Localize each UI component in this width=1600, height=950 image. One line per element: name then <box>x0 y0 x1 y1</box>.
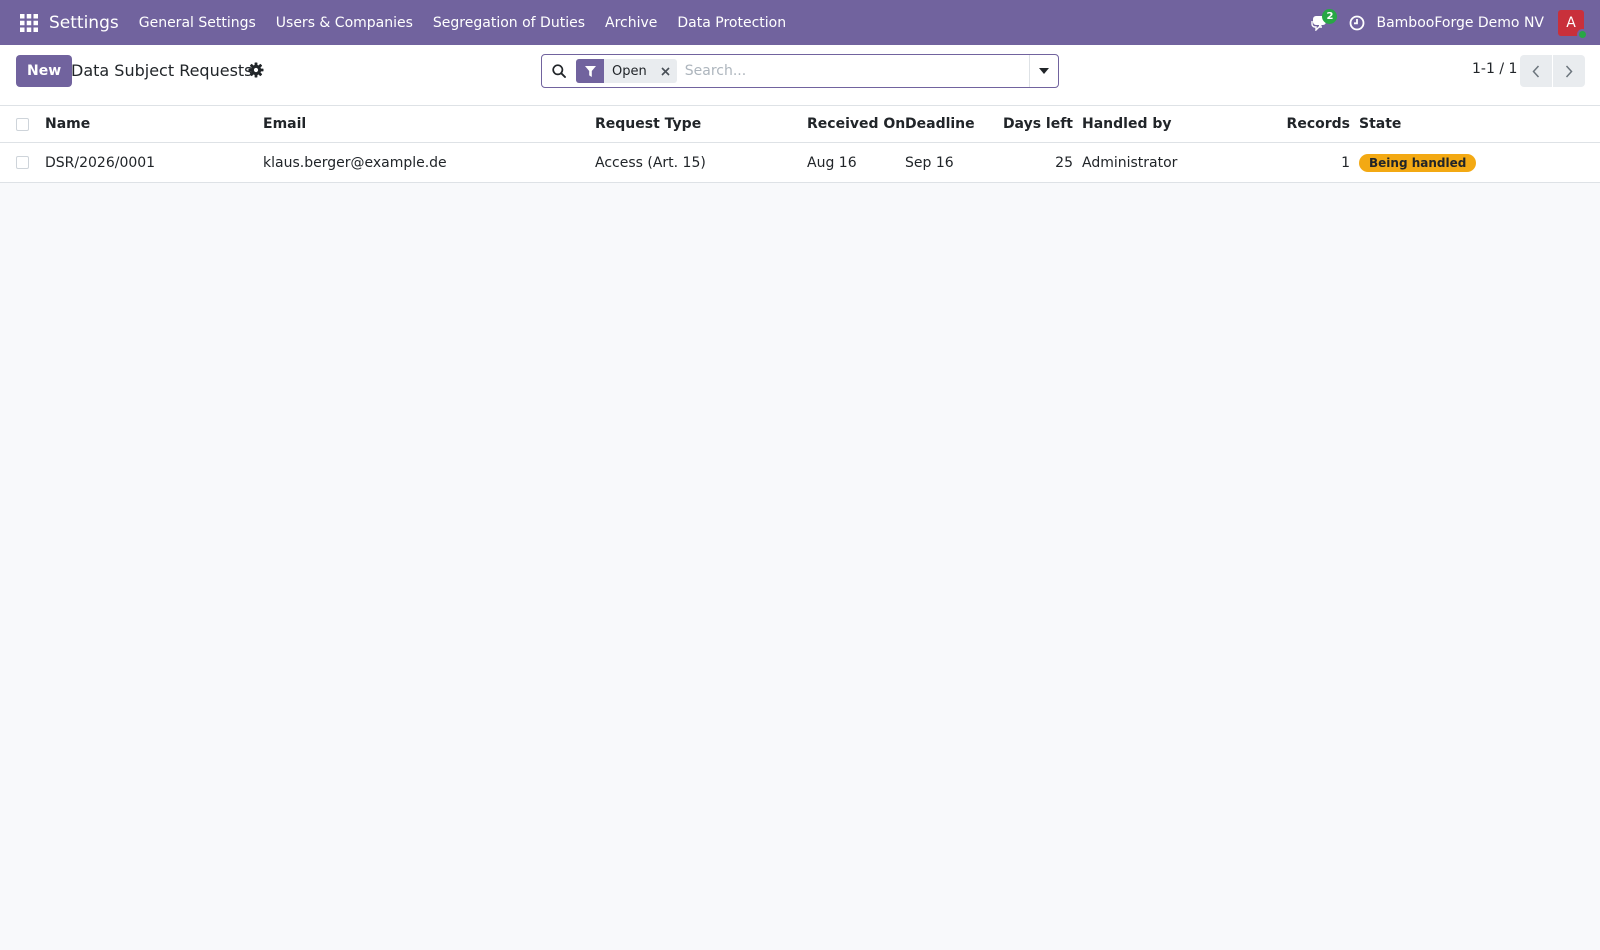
control-panel: New Data Subject Requests Open Search...… <box>0 45 1600 106</box>
cell-name: DSR/2026/0001 <box>45 154 156 171</box>
column-header-email[interactable]: Email <box>263 106 306 142</box>
apps-menu-icon[interactable] <box>16 10 42 36</box>
search-input[interactable] <box>676 56 1029 86</box>
facet-value: Open <box>612 63 647 79</box>
menu-data-protection[interactable]: Data Protection <box>667 0 796 45</box>
menu-segregation-of-duties[interactable]: Segregation of Duties <box>423 0 595 45</box>
chevron-right-icon <box>1565 64 1573 78</box>
messages-count-badge: 2 <box>1322 9 1338 24</box>
select-all-cell <box>16 106 29 142</box>
menu-general-settings[interactable]: General Settings <box>129 0 266 45</box>
menu-archive[interactable]: Archive <box>595 0 667 45</box>
search-facet-filter: Open <box>576 59 677 83</box>
online-status-indicator <box>1577 28 1588 40</box>
column-header-handled-by[interactable]: Handled by <box>1082 106 1172 142</box>
column-header-deadline[interactable]: Deadline <box>905 106 975 142</box>
page-title: Data Subject Requests <box>71 61 253 80</box>
user-avatar[interactable]: A <box>1558 9 1588 40</box>
state-badge: Being handled <box>1359 153 1477 172</box>
clock-icon <box>1350 15 1365 30</box>
column-header-request-type[interactable]: Request Type <box>595 106 701 142</box>
pager-next-button[interactable] <box>1553 55 1585 87</box>
column-header-records[interactable]: Records <box>1280 106 1350 142</box>
remove-facet-icon[interactable] <box>655 59 677 83</box>
select-all-checkbox[interactable] <box>16 117 29 131</box>
column-header-received-on[interactable]: Received On <box>807 106 905 142</box>
column-header-name[interactable]: Name <box>45 106 90 142</box>
list-view: Name Email Request Type Received On Dead… <box>0 106 1600 183</box>
cell-records: 1 <box>1341 154 1350 171</box>
chevron-left-icon <box>1532 64 1540 78</box>
app-title[interactable]: Settings <box>49 13 119 33</box>
row-select-cell <box>16 143 29 182</box>
messages-button[interactable]: 2 <box>1304 0 1338 45</box>
cell-state: Being handled <box>1359 143 1477 182</box>
gear-icon[interactable] <box>248 62 264 78</box>
search-options-toggle[interactable] <box>1029 55 1058 87</box>
company-switcher[interactable]: BambooForge Demo NV <box>1376 15 1544 31</box>
pager-value[interactable]: 1-1 / 1 <box>1472 61 1517 77</box>
pager-previous-button[interactable] <box>1520 55 1552 87</box>
avatar-initial: A <box>1566 14 1576 31</box>
search-icon[interactable] <box>542 55 576 87</box>
filter-icon <box>576 59 604 83</box>
cell-email: klaus.berger@example.de <box>263 154 447 171</box>
search-bar: Open <box>541 54 1059 88</box>
menu-users-companies[interactable]: Users & Companies <box>266 0 423 45</box>
cell-handled-by: Administrator <box>1082 154 1178 171</box>
cell-request-type: Access (Art. 15) <box>595 154 706 171</box>
column-header-days-left[interactable]: Days left <box>1000 106 1073 142</box>
activity-button[interactable] <box>1346 0 1368 45</box>
row-select-checkbox[interactable] <box>16 156 29 169</box>
caret-down-icon <box>1039 68 1049 74</box>
cell-received-on: Aug 16 <box>807 154 857 171</box>
table-row[interactable]: DSR/2026/0001 klaus.berger@example.de Ac… <box>0 143 1600 183</box>
new-button[interactable]: New <box>16 55 73 87</box>
top-navbar: Settings General Settings Users & Compan… <box>0 0 1600 45</box>
cell-days-left: 25 <box>1055 154 1073 171</box>
table-header-row: Name Email Request Type Received On Dead… <box>0 106 1600 143</box>
column-header-state[interactable]: State <box>1359 106 1401 142</box>
cell-deadline: Sep 16 <box>905 154 954 171</box>
